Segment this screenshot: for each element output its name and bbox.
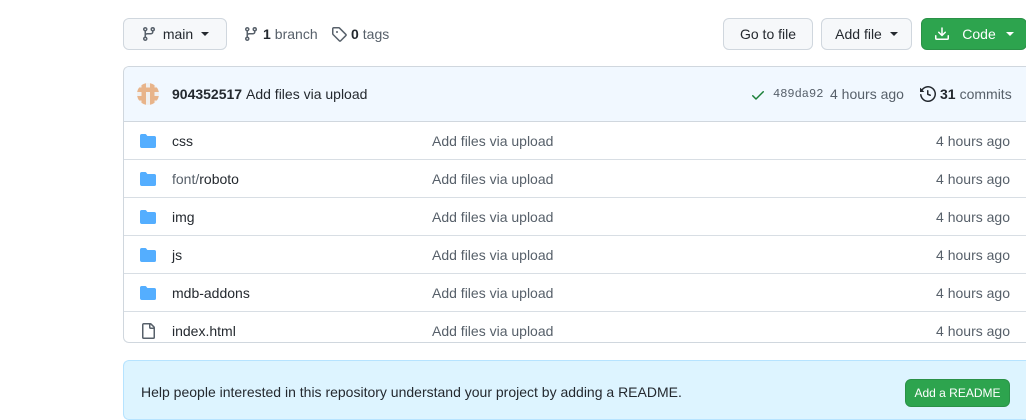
go-to-file-label: Go to file bbox=[739, 26, 797, 42]
file-name-link[interactable]: index.html bbox=[172, 323, 236, 339]
commit-message[interactable]: Add files via upload bbox=[246, 86, 367, 102]
file-name: js bbox=[172, 246, 183, 263]
folder-icon bbox=[140, 286, 156, 300]
commit-sha[interactable]: 489da92 bbox=[773, 87, 823, 101]
latest-commit-bar: 904352517 Add files via upload 489da92 4… bbox=[124, 67, 1026, 122]
commit-author[interactable]: 904352517 bbox=[172, 86, 242, 102]
file-commit-message[interactable]: Add files via upload bbox=[432, 171, 553, 187]
branch-name: main bbox=[162, 26, 194, 42]
tags-link[interactable]: 0 tags bbox=[331, 18, 389, 50]
file-commit-time: 4 hours ago bbox=[936, 170, 1010, 187]
file-name: roboto bbox=[199, 170, 239, 187]
code-button[interactable]: Code bbox=[921, 18, 1026, 50]
avatar[interactable] bbox=[137, 83, 159, 105]
tags-count: 0 bbox=[351, 26, 359, 42]
file-name: css bbox=[172, 132, 193, 149]
file-commit-message[interactable]: Add files via upload bbox=[432, 285, 553, 301]
file-commit-time: 4 hours ago bbox=[936, 208, 1010, 225]
file-name-link[interactable]: css bbox=[172, 133, 193, 149]
commit-time: 4 hours ago bbox=[830, 86, 904, 102]
file-name-link[interactable]: mdb-addons bbox=[172, 285, 250, 301]
go-to-file-button[interactable]: Go to file bbox=[723, 18, 813, 50]
file-commit-time: 4 hours ago bbox=[936, 284, 1010, 301]
file-commit-message[interactable]: Add files via upload bbox=[432, 323, 553, 339]
history-icon bbox=[920, 86, 936, 102]
add-file-button[interactable]: Add file bbox=[821, 18, 912, 50]
file-row[interactable]: mdb-addons Add files via upload 4 hours … bbox=[124, 274, 1026, 312]
download-icon bbox=[935, 27, 950, 40]
file-browser: 904352517 Add files via upload 489da92 4… bbox=[123, 66, 1026, 343]
folder-icon bbox=[140, 248, 156, 262]
file-row[interactable]: font/roboto Add files via upload 4 hours… bbox=[124, 160, 1026, 198]
folder-icon bbox=[140, 210, 156, 224]
branches-count: 1 bbox=[263, 26, 271, 42]
chevron-down-icon bbox=[1005, 32, 1014, 36]
file-commit-time: 4 hours ago bbox=[936, 322, 1010, 339]
file-commit-time: 4 hours ago bbox=[936, 246, 1010, 263]
git-branch-icon bbox=[142, 27, 155, 42]
branches-label: branch bbox=[274, 26, 318, 42]
file-name-link[interactable]: font/roboto bbox=[172, 171, 239, 187]
file-name-link[interactable]: img bbox=[172, 209, 195, 225]
file-path-prefix: font/ bbox=[172, 170, 200, 187]
file-commit-message[interactable]: Add files via upload bbox=[432, 247, 553, 263]
chevron-down-icon bbox=[201, 32, 210, 36]
code-label: Code bbox=[962, 26, 996, 42]
commits-label: commits bbox=[959, 86, 1012, 102]
check-icon bbox=[752, 91, 764, 100]
folder-icon bbox=[140, 172, 156, 186]
add-readme-button[interactable]: Add a README bbox=[905, 379, 1010, 407]
file-commit-message[interactable]: Add files via upload bbox=[432, 209, 553, 225]
file-name-link[interactable]: js bbox=[172, 247, 182, 263]
chevron-down-icon bbox=[889, 32, 898, 36]
branches-link[interactable]: 1 branch bbox=[243, 18, 318, 50]
readme-prompt-text: Help people interested in this repositor… bbox=[141, 384, 682, 400]
file-row[interactable]: css Add files via upload 4 hours ago bbox=[124, 122, 1026, 160]
add-file-label: Add file bbox=[835, 26, 882, 42]
branch-select-button[interactable]: main bbox=[123, 18, 227, 50]
file-commit-message[interactable]: Add files via upload bbox=[432, 133, 553, 149]
file-name: img bbox=[172, 208, 195, 225]
file-row[interactable]: js Add files via upload 4 hours ago bbox=[124, 236, 1026, 274]
tag-icon bbox=[332, 27, 347, 42]
file-row[interactable]: index.html Add files via upload 4 hours … bbox=[124, 312, 1026, 342]
folder-icon bbox=[140, 134, 156, 148]
file-commit-time: 4 hours ago bbox=[936, 132, 1010, 149]
file-name: index.html bbox=[172, 322, 236, 339]
file-row[interactable]: img Add files via upload 4 hours ago bbox=[124, 198, 1026, 236]
file-name: mdb-addons bbox=[172, 284, 250, 301]
tags-label: tags bbox=[362, 26, 390, 42]
repo-toolbar: main 1 branch 0 tags Go to file Add file… bbox=[123, 18, 1026, 50]
file-icon bbox=[142, 323, 155, 339]
git-branch-icon bbox=[244, 27, 257, 42]
readme-prompt: Help people interested in this repositor… bbox=[123, 360, 1026, 420]
commits-link[interactable]: 31 commits bbox=[920, 86, 1012, 102]
commits-count: 31 bbox=[940, 86, 956, 102]
